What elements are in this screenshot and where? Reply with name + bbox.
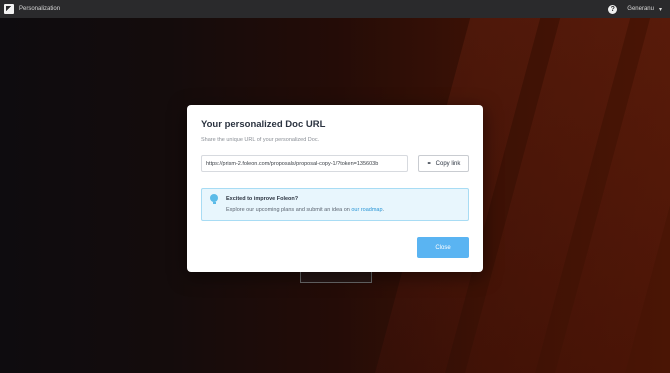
- copy-link-label: Copy link: [435, 160, 461, 167]
- lightbulb-icon: [210, 194, 218, 204]
- app-title: Personalization: [19, 6, 61, 12]
- banner-title: Excited to improve Foleon?: [226, 196, 299, 202]
- copy-link-button[interactable]: ⚭ Copy link: [418, 155, 469, 172]
- help-icon[interactable]: ?: [608, 4, 618, 14]
- doc-url-field[interactable]: [201, 155, 408, 172]
- banner-text-before: Explore our upcoming plans and submit an…: [226, 207, 352, 213]
- link-icon: ⚭: [426, 161, 432, 167]
- topbar-right: ? Generanu ▾: [608, 4, 662, 14]
- modal-title: Your personalized Doc URL: [201, 119, 326, 130]
- banner-text-after: .: [382, 207, 385, 213]
- banner-text: Explore our upcoming plans and submit an…: [226, 207, 384, 213]
- roadmap-link[interactable]: our roadmap: [351, 207, 382, 213]
- foleon-logo-icon[interactable]: [4, 4, 14, 14]
- close-button[interactable]: Close: [417, 237, 469, 258]
- personalized-url-modal: Your personalized Doc URL Share the uniq…: [187, 105, 483, 272]
- user-menu-name[interactable]: Generanu: [627, 6, 654, 12]
- roadmap-banner: Excited to improve Foleon? Explore our u…: [201, 188, 469, 221]
- top-bar: Personalization ? Generanu ▾: [0, 0, 670, 18]
- modal-subtitle: Share the unique URL of your personalize…: [201, 137, 320, 143]
- chevron-down-icon[interactable]: ▾: [659, 6, 662, 13]
